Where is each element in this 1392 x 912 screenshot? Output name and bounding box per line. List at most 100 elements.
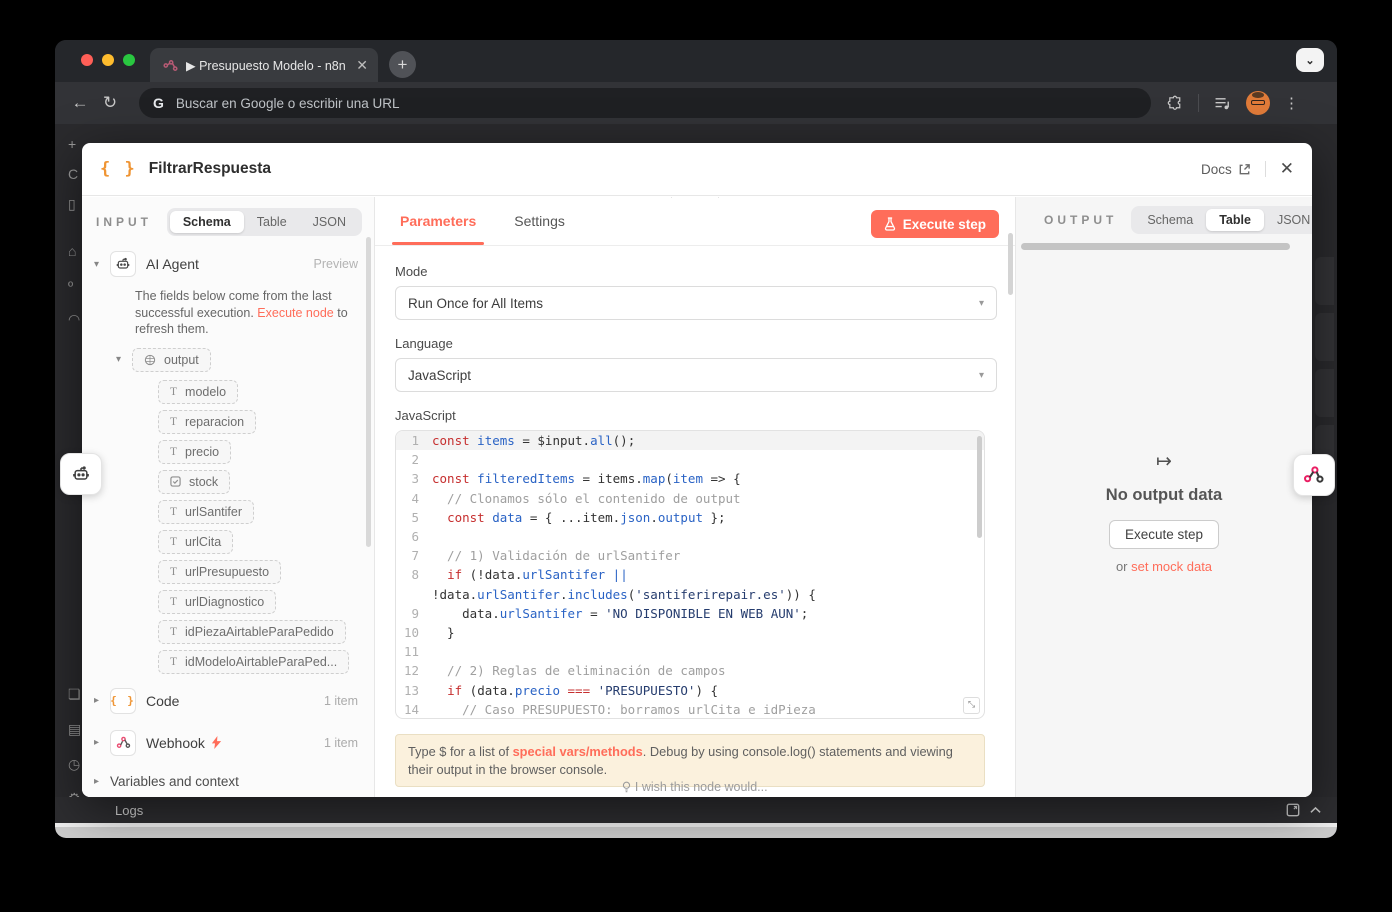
schema-field[interactable]: TurlPresupuesto (158, 560, 281, 584)
output-horizontal-scrollbar[interactable] (1021, 243, 1290, 250)
tab-close-icon[interactable]: ✕ (356, 57, 368, 74)
chevron-up-icon[interactable] (1310, 806, 1321, 814)
output-tab-table[interactable]: Table (1206, 209, 1264, 231)
chevron-down-icon[interactable]: ▾ (94, 259, 110, 270)
no-output-title: No output data (1106, 486, 1222, 505)
canvas-edge-button[interactable] (1315, 313, 1334, 361)
text-field-icon: T (170, 386, 177, 398)
docs-link[interactable]: Docs (1201, 162, 1251, 177)
line-number: 3 (396, 469, 432, 488)
minimize-window-button[interactable] (102, 54, 114, 66)
execute-step-button[interactable]: Execute step (871, 210, 999, 238)
schema-field[interactable]: Tmodelo (158, 380, 238, 404)
code-line[interactable]: 1const items = $input.all(); (396, 431, 984, 450)
chevron-down-icon: ▾ (979, 370, 984, 381)
schema-group-output[interactable]: output (132, 348, 211, 372)
input-node-code[interactable]: ▸ { } Code 1 item (82, 680, 374, 722)
text-field-icon: T (170, 626, 177, 638)
schema-field[interactable]: TurlSantifer (158, 500, 254, 524)
logs-bar[interactable]: Logs (55, 797, 1337, 823)
code-line[interactable]: 8 if (!data.urlSantifer || (396, 565, 984, 584)
code-line[interactable]: 11 (396, 642, 984, 661)
line-number: 13 (396, 681, 432, 700)
chevron-down-icon[interactable]: ▾ (116, 354, 132, 365)
n8n-edge-button[interactable] (1293, 454, 1335, 496)
webhook-icon (110, 730, 136, 756)
code-line[interactable]: 2 (396, 450, 984, 469)
tab-settings[interactable]: Settings (514, 213, 565, 229)
code-line[interactable]: 12 // 2) Reglas de eliminación de campos (396, 661, 984, 680)
code-line[interactable]: 5 const data = { ...item.json.output }; (396, 508, 984, 527)
schema-field[interactable]: TidModeloAirtableParaPed... (158, 650, 349, 674)
profile-avatar[interactable] (1246, 91, 1270, 115)
extensions-icon[interactable] (1167, 95, 1184, 112)
code-editor[interactable]: 1const items = $input.all();23const filt… (395, 430, 985, 719)
set-mock-data-link[interactable]: set mock data (1131, 559, 1212, 574)
schema-field[interactable]: TidPiezaAirtableParaPedido (158, 620, 346, 644)
maximize-window-button[interactable] (123, 54, 135, 66)
code-line[interactable]: !data.urlSantifer.includes('santiferirep… (396, 585, 984, 604)
browser-menu-icon[interactable]: ⋮ (1284, 94, 1299, 112)
parameters-scrollbar[interactable] (1008, 233, 1013, 295)
input-node-webhook[interactable]: ▸ Webhook (82, 722, 374, 764)
url-bar[interactable]: G Buscar en Google o escribir una URL (139, 88, 1151, 118)
close-icon[interactable]: ✕ (1280, 159, 1294, 179)
field-name: urlDiagnostico (185, 595, 264, 609)
input-tab-table[interactable]: Table (244, 211, 300, 233)
input-panel-scrollbar[interactable] (366, 237, 371, 547)
schema-field[interactable]: TurlCita (158, 530, 233, 554)
open-logs-panel-icon[interactable] (1286, 803, 1300, 817)
editor-expand-icon[interactable]: ⤡ (963, 697, 980, 714)
code-line[interactable]: 4 // Clonamos sólo el contenido de outpu… (396, 489, 984, 508)
chevron-right-icon[interactable]: ▸ (94, 776, 110, 787)
schema-field[interactable]: stock (158, 470, 230, 494)
back-icon[interactable]: ← (65, 93, 95, 113)
panel-drag-handle[interactable] (671, 197, 719, 198)
variables-and-context-row[interactable]: ▸ Variables and context (82, 764, 374, 797)
chevron-right-icon[interactable]: ▸ (94, 737, 110, 748)
schema-field[interactable]: TurlDiagnostico (158, 590, 276, 614)
code-line[interactable]: 9 data.urlSantifer = 'NO DISPONIBLE EN W… (396, 604, 984, 623)
execute-node-link[interactable]: Execute node (257, 306, 333, 320)
tab-parameters[interactable]: Parameters (400, 198, 476, 244)
close-window-button[interactable] (81, 54, 93, 66)
text-field-icon: T (170, 536, 177, 548)
canvas-edge-button[interactable] (1315, 369, 1334, 417)
output-panel: OUTPUT Schema Table JSON (1015, 197, 1312, 797)
execute-step-secondary-button[interactable]: Execute step (1109, 520, 1219, 549)
input-tab-schema[interactable]: Schema (170, 211, 244, 233)
ai-agent-edge-button[interactable] (60, 453, 102, 495)
code-line[interactable]: 10 } (396, 623, 984, 642)
media-controls-icon[interactable] (1213, 95, 1232, 112)
chevron-right-icon[interactable]: ▸ (94, 695, 110, 706)
code-node-icon: { } (100, 159, 137, 179)
code-line[interactable]: 14 // Caso PRESUPUESTO: borramos urlCita… (396, 700, 984, 719)
browser-toolbar: ← ↻ G Buscar en Google o escribir una UR… (55, 82, 1337, 124)
mode-select[interactable]: Run Once for All Items ▾ (395, 286, 997, 320)
code-line[interactable]: 6 (396, 527, 984, 546)
refresh-icon[interactable]: ↻ (95, 93, 125, 113)
input-tab-json[interactable]: JSON (300, 211, 359, 233)
input-node-ai-agent[interactable]: ▾ AI Agent Preview (82, 246, 374, 282)
special-vars-link[interactable]: special vars/methods (513, 744, 643, 759)
schema-field[interactable]: Treparacion (158, 410, 256, 434)
field-name: urlPresupuesto (185, 565, 269, 579)
execution-notice: The fields below come from the last succ… (135, 288, 358, 338)
input-panel-label: INPUT (96, 215, 152, 229)
n8n-logo-icon (1303, 464, 1325, 486)
wish-node-link[interactable]: I wish this node would... (375, 780, 1015, 794)
language-select[interactable]: JavaScript ▾ (395, 358, 997, 392)
field-name: modelo (185, 385, 226, 399)
output-tab-schema[interactable]: Schema (1134, 209, 1206, 231)
browser-tab[interactable]: ▶ Presupuesto Modelo - n8n ✕ (150, 48, 378, 82)
tab-search-chevron-icon[interactable]: ⌄ (1296, 48, 1324, 72)
code-line[interactable]: 13 if (data.precio === 'PRESUPUESTO') { (396, 681, 984, 700)
output-tab-json[interactable]: JSON (1264, 209, 1312, 231)
code-line[interactable]: 3const filteredItems = items.map(item =>… (396, 469, 984, 488)
canvas-edge-button[interactable] (1315, 257, 1334, 305)
editor-scrollbar[interactable] (977, 436, 982, 538)
code-line[interactable]: 7 // 1) Validación de urlSantifer (396, 546, 984, 565)
schema-field[interactable]: Tprecio (158, 440, 231, 464)
new-tab-button[interactable]: + (389, 51, 416, 78)
lightning-icon (211, 736, 222, 749)
